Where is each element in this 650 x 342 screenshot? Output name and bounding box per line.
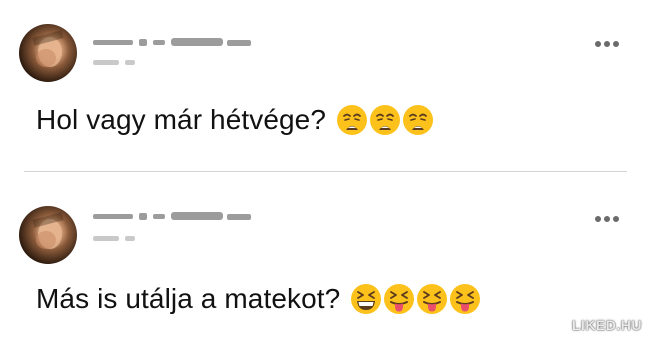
author-avatar[interactable] bbox=[19, 206, 77, 264]
weary-face-icon bbox=[337, 105, 368, 135]
message-text: Más is utálja a matekot? bbox=[36, 283, 341, 314]
post-2 bbox=[0, 171, 650, 342]
dot bbox=[595, 41, 601, 47]
weary-face-icon bbox=[370, 105, 401, 135]
squinting-face-with-tongue-icon bbox=[384, 284, 415, 314]
post-meta-redacted bbox=[93, 232, 153, 250]
squinting-face-with-tongue-icon bbox=[417, 284, 448, 314]
message-text: Hol vagy már hétvége? bbox=[36, 104, 327, 135]
dot bbox=[604, 216, 610, 222]
dot bbox=[595, 216, 601, 222]
weary-face-icon bbox=[403, 105, 434, 135]
post-message: Hol vagy már hétvége? bbox=[36, 104, 434, 136]
author-avatar[interactable] bbox=[19, 24, 77, 82]
grinning-squinting-face-icon bbox=[351, 284, 382, 314]
site-watermark: LIKED.HU bbox=[571, 317, 642, 333]
post-meta-redacted bbox=[93, 56, 153, 74]
post-1: Hol vagy már hétvége? bbox=[0, 0, 650, 171]
dot bbox=[613, 216, 619, 222]
more-options-icon[interactable] bbox=[592, 214, 622, 224]
emoji-group bbox=[336, 104, 434, 136]
dot bbox=[604, 41, 610, 47]
emoji-group bbox=[350, 283, 481, 315]
squinting-face-with-tongue-icon bbox=[450, 284, 481, 314]
post-message: Más is utálja a matekot? bbox=[36, 283, 481, 315]
more-options-icon[interactable] bbox=[592, 39, 622, 49]
author-name-redacted[interactable] bbox=[93, 210, 253, 229]
author-name-redacted[interactable] bbox=[93, 36, 253, 55]
dot bbox=[613, 41, 619, 47]
